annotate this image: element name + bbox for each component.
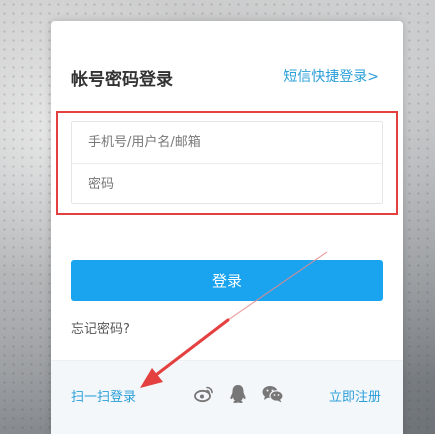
wechat-icon[interactable] (262, 384, 284, 404)
login-card: 帐号密码登录 短信快捷登录> 登录 忘记密码? 扫一扫登录 (51, 21, 403, 434)
weibo-icon[interactable] (193, 384, 215, 404)
login-footer: 扫一扫登录 立即注册 (51, 360, 403, 434)
sms-login-link[interactable]: 短信快捷登录> (283, 66, 379, 86)
qq-icon[interactable] (227, 384, 249, 404)
login-button[interactable]: 登录 (71, 260, 383, 301)
register-link[interactable]: 立即注册 (329, 386, 381, 405)
page-title: 帐号密码登录 (71, 70, 173, 90)
annotation-highlight-box (56, 111, 398, 215)
scan-login-link[interactable]: 扫一扫登录 (71, 386, 136, 405)
forgot-password-link[interactable]: 忘记密码? (71, 318, 130, 337)
